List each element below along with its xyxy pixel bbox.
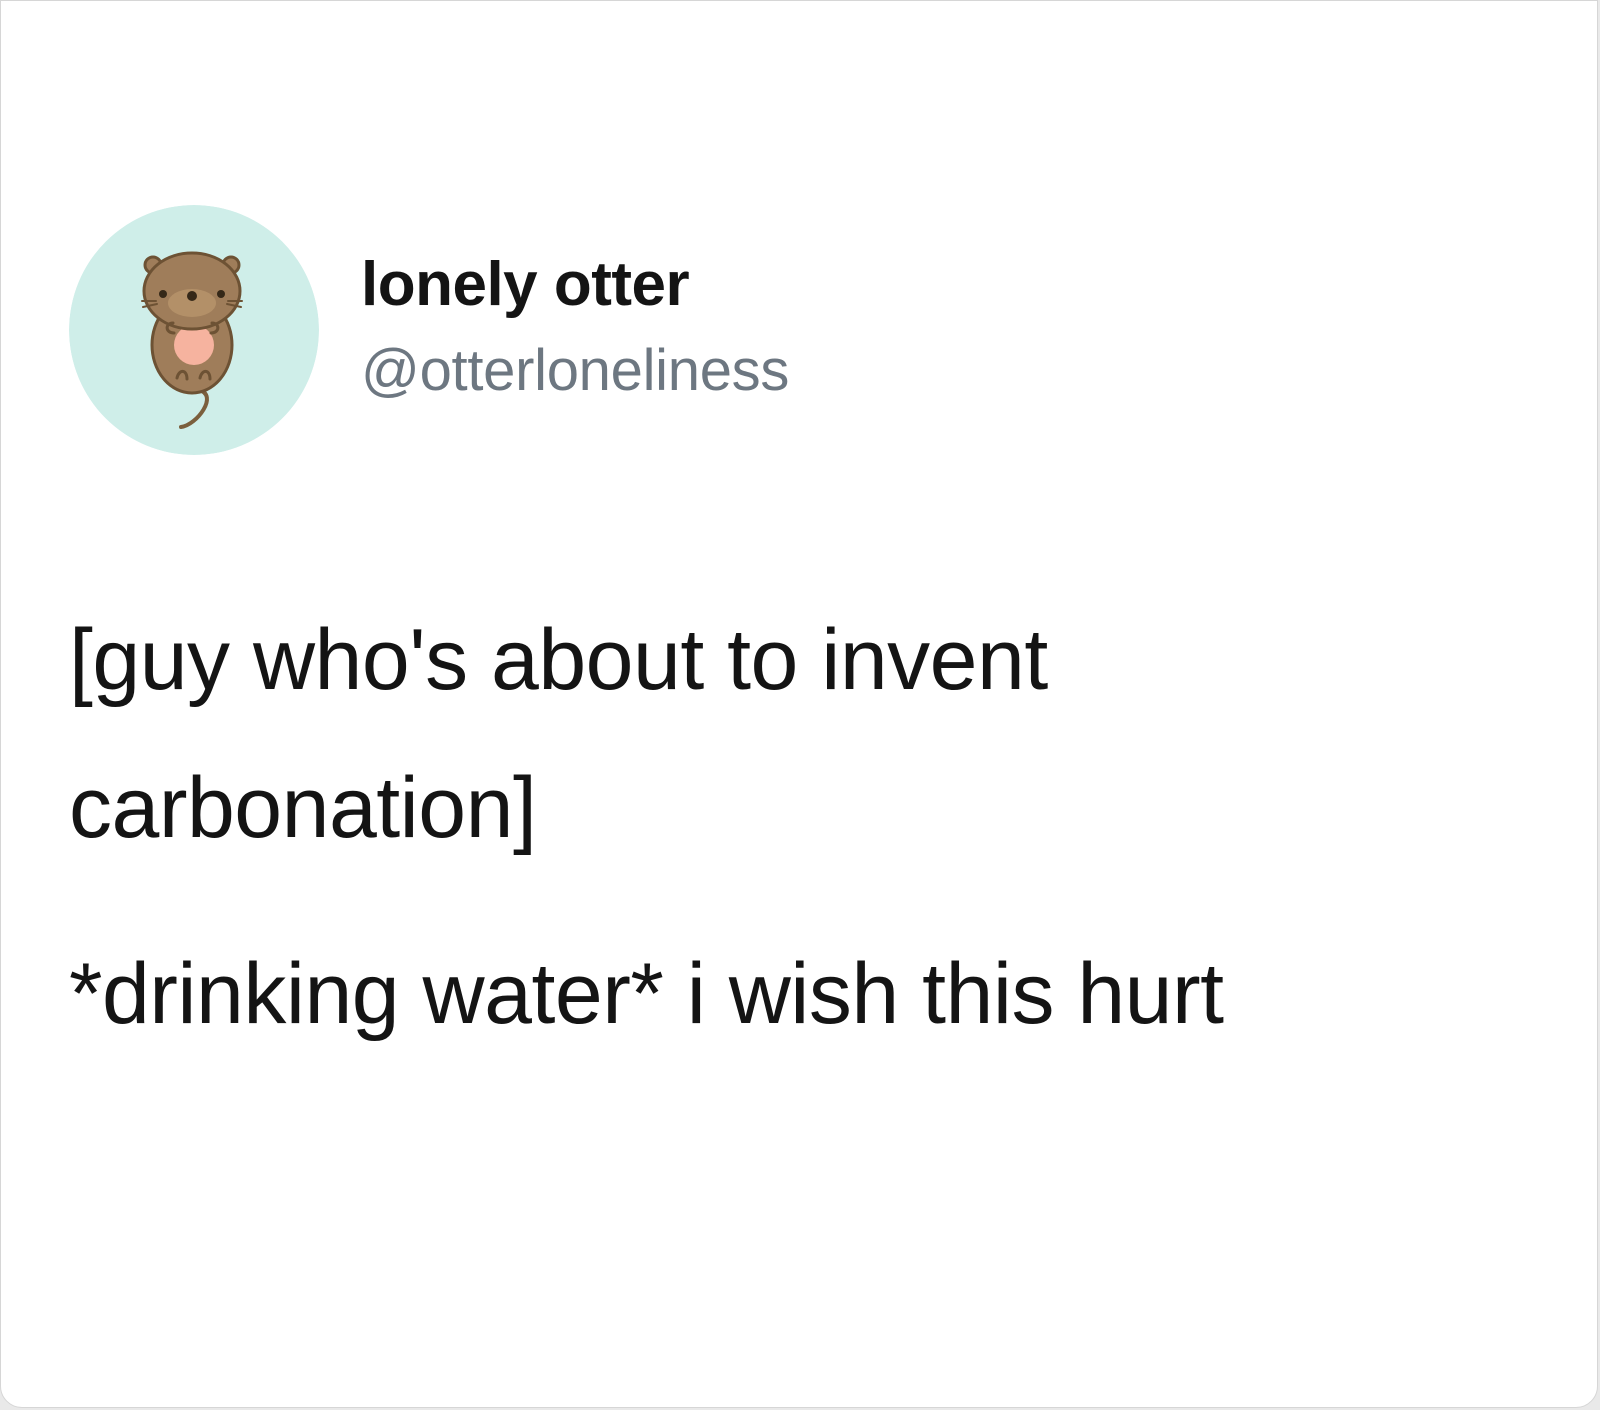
tweet-line: [guy who's about to invent <box>69 612 1048 708</box>
tweet-text: [guy who's about to invent carbonation] … <box>69 586 1549 1068</box>
tweet-card: lonely otter @otterloneliness [guy who's… <box>0 0 1598 1408</box>
profile-avatar[interactable] <box>69 205 319 455</box>
display-name[interactable]: lonely otter <box>361 249 690 320</box>
tweet-line: carbonation] <box>69 760 537 856</box>
user-handle[interactable]: @otterloneliness <box>361 337 789 404</box>
otter-avatar-icon <box>69 205 319 455</box>
tweet-line: *drinking water* i wish this hurt <box>69 946 1224 1042</box>
